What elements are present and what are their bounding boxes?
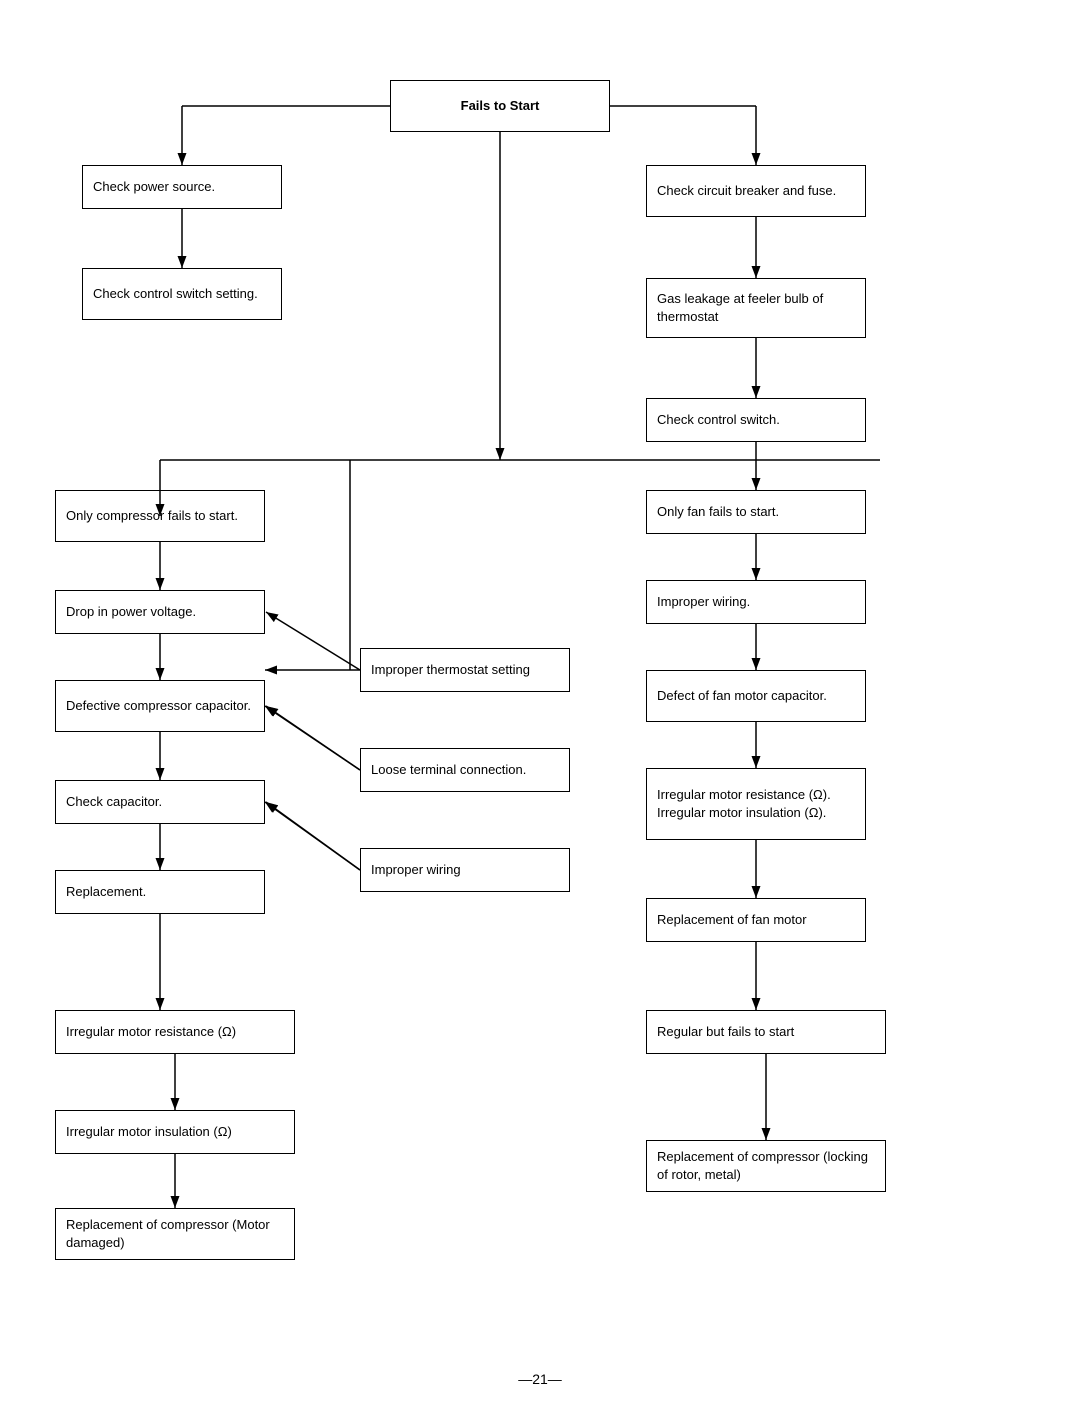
box-check-control-switch: Check control switch. xyxy=(646,398,866,442)
box-improper-wiring: Improper wiring xyxy=(360,848,570,892)
box-check-capacitor: Check capacitor. xyxy=(55,780,265,824)
box-regular-fails: Regular but fails to start xyxy=(646,1010,886,1054)
box-improper-thermostat: Improper thermostat setting xyxy=(360,648,570,692)
box-replacement-fan: Replacement of fan motor xyxy=(646,898,866,942)
box-defect-fan-cap: Defect of fan motor capacitor. xyxy=(646,670,866,722)
box-improper-wiring2: Improper wiring. xyxy=(646,580,866,624)
page-number: —21— xyxy=(0,1371,1080,1387)
box-irregular-motor-res: Irregular motor resistance (Ω) xyxy=(55,1010,295,1054)
box-defective-compressor-cap: Defective compressor capacitor. xyxy=(55,680,265,732)
page: Fails to Start Check power source. Check… xyxy=(0,0,1080,1405)
box-loose-terminal: Loose terminal connection. xyxy=(360,748,570,792)
box-drop-power: Drop in power voltage. xyxy=(55,590,265,634)
box-only-fan: Only fan fails to start. xyxy=(646,490,866,534)
flowchart: Fails to Start Check power source. Check… xyxy=(0,0,1080,1360)
box-replacement-compressor-rotor: Replacement of compressor (locking of ro… xyxy=(646,1140,886,1192)
box-irregular-motor-ins: Irregular motor insulation (Ω) xyxy=(55,1110,295,1154)
box-check-power: Check power source. xyxy=(82,165,282,209)
box-replacement: Replacement. xyxy=(55,870,265,914)
box-check-circuit-breaker: Check circuit breaker and fuse. xyxy=(646,165,866,217)
box-replacement-compressor-motor: Replacement of compressor (Motor damaged… xyxy=(55,1208,295,1260)
box-gas-leakage: Gas leakage at feeler bulb of thermostat xyxy=(646,278,866,338)
box-check-control-switch-setting: Check control switch setting. xyxy=(82,268,282,320)
box-only-compressor: Only compressor fails to start. xyxy=(55,490,265,542)
box-irregular-motor-res-ins: Irregular motor resistance (Ω). Irregula… xyxy=(646,768,866,840)
box-fails-to-start: Fails to Start xyxy=(390,80,610,132)
